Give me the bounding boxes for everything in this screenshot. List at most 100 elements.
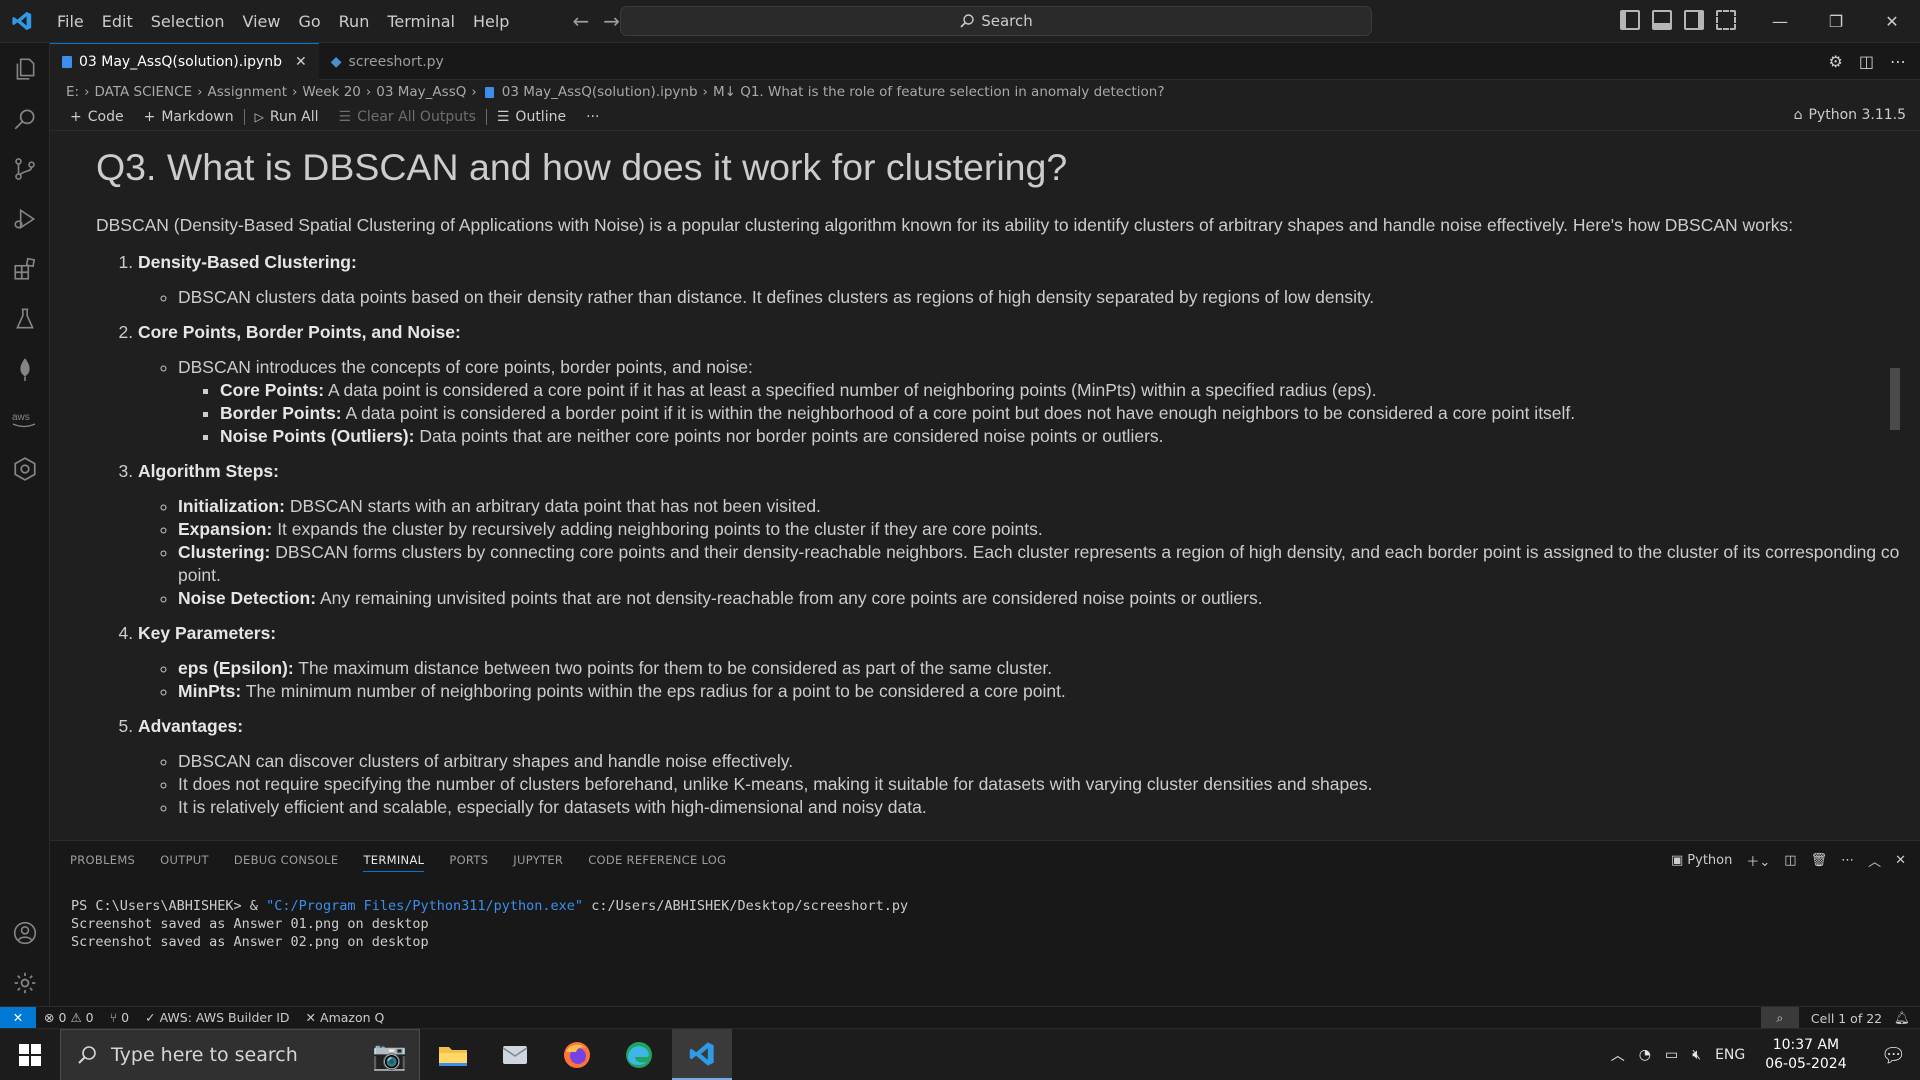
tab-label: 03 May_AssQ(solution).ipynb xyxy=(79,54,283,70)
outline-button[interactable]: ☰ Outline xyxy=(487,109,576,125)
accounts-icon[interactable] xyxy=(0,909,50,957)
terminal-output[interactable]: PS C:\Users\ABHISHEK> & "C:/Program File… xyxy=(71,897,908,951)
toggle-panel-icon[interactable] xyxy=(1652,10,1672,30)
breadcrumb-item[interactable]: Assignment xyxy=(208,84,287,100)
notification-center-icon[interactable]: 💬︎ xyxy=(1867,1043,1920,1067)
tab-terminal[interactable]: TERMINAL xyxy=(363,853,425,872)
zoom-search-icon[interactable]: ⌕ xyxy=(1760,1007,1799,1029)
command-center-search[interactable]: Search xyxy=(620,6,1372,36)
list-item: Clustering: DBSCAN forms clusters by con… xyxy=(178,541,1900,587)
source-control-icon[interactable] xyxy=(0,145,50,193)
aws-status[interactable]: ✓ AWS: AWS Builder ID xyxy=(137,1010,297,1025)
menu-file[interactable]: File xyxy=(48,0,93,43)
menu-help[interactable]: Help xyxy=(464,0,518,43)
more-actions-icon[interactable]: ⋯ xyxy=(1890,52,1906,71)
forward-arrow-icon[interactable]: → xyxy=(603,9,620,33)
tab-ports[interactable]: PORTS xyxy=(449,853,488,872)
volume-muted-icon[interactable]: 🔇︎ xyxy=(1692,1047,1701,1063)
manage-gear-icon[interactable] xyxy=(0,959,50,1007)
mail-app-icon[interactable] xyxy=(485,1029,545,1080)
menu-terminal[interactable]: Terminal xyxy=(378,0,464,43)
markdown-cell[interactable]: Q3. What is DBSCAN and how does it work … xyxy=(96,144,1900,831)
toggle-secondary-sidebar-icon[interactable] xyxy=(1684,10,1704,30)
network-icon[interactable]: ◔ xyxy=(1639,1047,1651,1063)
notifications-bell-icon[interactable]: 🔔︎ xyxy=(1894,1010,1910,1026)
run-debug-icon[interactable] xyxy=(0,195,50,243)
breadcrumb-item[interactable]: Week 20 xyxy=(302,84,360,100)
aws-icon[interactable]: aws xyxy=(0,395,50,443)
maximize-panel-chevron-up-icon[interactable]: ︿ xyxy=(1868,851,1881,870)
menu-run[interactable]: Run xyxy=(330,0,379,43)
search-sidebar-icon[interactable] xyxy=(0,95,50,143)
battery-icon[interactable]: ▭ xyxy=(1665,1047,1678,1063)
file-explorer-icon[interactable] xyxy=(423,1029,483,1080)
toggle-primary-sidebar-icon[interactable] xyxy=(1620,10,1640,30)
clear-all-outputs-button[interactable]: ☰ Clear All Outputs xyxy=(329,109,486,125)
windows-start-icon[interactable] xyxy=(0,1029,60,1080)
settings-gear-icon[interactable]: ⚙ xyxy=(1829,52,1843,71)
clock[interactable]: 10:37 AM 06-05-2024 xyxy=(1759,1036,1852,1074)
title-bar: File Edit Selection View Go Run Terminal… xyxy=(0,0,1920,43)
ports-status[interactable]: ⑂ 0 xyxy=(102,1010,137,1025)
customize-layout-icon[interactable] xyxy=(1716,10,1736,30)
extensions-icon[interactable] xyxy=(0,245,50,293)
terminal-icon: ▣ xyxy=(1671,853,1684,868)
section-heading: Advantages: xyxy=(138,716,244,736)
cell-indicator[interactable]: Cell 1 of 22 xyxy=(1811,1011,1882,1026)
taskbar-search-box[interactable]: Type here to search 📷 xyxy=(60,1029,420,1080)
close-tab-icon[interactable]: ✕ xyxy=(295,54,307,70)
menu-selection[interactable]: Selection xyxy=(142,0,234,43)
tab-jupyter[interactable]: JUPYTER xyxy=(513,853,563,872)
breadcrumb-item[interactable]: M↓ Q1. What is the role of feature selec… xyxy=(713,84,1165,100)
toolbar-more-button[interactable]: ··· xyxy=(576,109,609,125)
run-all-button[interactable]: ▷ Run All xyxy=(245,109,329,125)
amazon-q-status[interactable]: ✕ Amazon Q xyxy=(298,1010,393,1025)
language-indicator[interactable]: ENG xyxy=(1715,1047,1745,1063)
breadcrumb-item[interactable]: 03 May_AssQ(solution).ipynb xyxy=(502,84,698,100)
svg-text:aws: aws xyxy=(12,412,30,423)
tab-python-file[interactable]: ◆ screeshort.py xyxy=(319,43,456,80)
restore-icon[interactable]: ❐ xyxy=(1808,0,1864,43)
split-terminal-icon[interactable]: ◫ xyxy=(1784,853,1796,868)
close-panel-icon[interactable]: ✕ xyxy=(1895,853,1906,868)
panel-more-icon[interactable]: ⋯ xyxy=(1841,853,1854,868)
amazon-q-hexagon-icon[interactable] xyxy=(0,445,50,493)
testing-flask-icon[interactable] xyxy=(0,295,50,343)
editor-scrollbar-thumb[interactable] xyxy=(1890,368,1900,430)
mongodb-leaf-icon[interactable] xyxy=(0,345,50,393)
firefox-icon[interactable] xyxy=(547,1029,607,1080)
add-code-cell-button[interactable]: + Code xyxy=(60,109,134,125)
new-terminal-icon[interactable]: ＋⌄ xyxy=(1746,851,1770,870)
tab-code-reference-log[interactable]: CODE REFERENCE LOG xyxy=(588,853,726,872)
tab-notebook[interactable]: 03 May_AssQ(solution).ipynb ✕ xyxy=(50,43,319,80)
breadcrumb-item[interactable]: DATA SCIENCE xyxy=(94,84,192,100)
close-window-icon[interactable]: ✕ xyxy=(1864,0,1920,43)
explorer-icon[interactable] xyxy=(0,45,50,93)
tab-debug-console[interactable]: DEBUG CONSOLE xyxy=(234,853,339,872)
add-markdown-cell-button[interactable]: + Markdown xyxy=(134,109,244,125)
list-item: Border Points: A data point is considere… xyxy=(220,402,1900,425)
terminal-shell-selector[interactable]: ▣ Python xyxy=(1671,853,1732,868)
kill-terminal-trash-icon[interactable]: 🗑 xyxy=(1811,853,1828,868)
notebook-editor[interactable]: Q3. What is DBSCAN and how does it work … xyxy=(50,132,1900,840)
list-text: DBSCAN introduces the concepts of core p… xyxy=(178,357,753,377)
menu-edit[interactable]: Edit xyxy=(93,0,142,43)
notebook-toolbar: + Code + Markdown ▷ Run All ☰ Clear All Outp… xyxy=(50,104,1920,131)
minimize-icon[interactable]: — xyxy=(1752,0,1808,43)
activity-bar: aws xyxy=(0,43,50,1006)
kernel-picker[interactable]: ⌂ Python 3.11.5 xyxy=(1794,107,1906,123)
chevron-right-icon: › xyxy=(471,84,477,100)
problems-status[interactable]: ⊗ 0 ⚠ 0 xyxy=(36,1010,102,1025)
vscode-taskbar-icon[interactable] xyxy=(672,1029,732,1080)
remote-indicator-icon[interactable]: ✕ xyxy=(0,1006,36,1029)
tray-chevron-up-icon[interactable]: ︿ xyxy=(1611,1045,1625,1065)
breadcrumb-item[interactable]: 03 May_AssQ xyxy=(376,84,466,100)
split-editor-icon[interactable]: ◫ xyxy=(1859,52,1874,71)
tab-output[interactable]: OUTPUT xyxy=(160,853,209,872)
back-arrow-icon[interactable]: ← xyxy=(572,9,589,33)
menu-go[interactable]: Go xyxy=(289,0,329,43)
menu-view[interactable]: View xyxy=(234,0,290,43)
edge-browser-icon[interactable] xyxy=(609,1029,669,1080)
tab-problems[interactable]: PROBLEMS xyxy=(70,853,135,872)
breadcrumb-item[interactable]: E: xyxy=(66,84,79,100)
